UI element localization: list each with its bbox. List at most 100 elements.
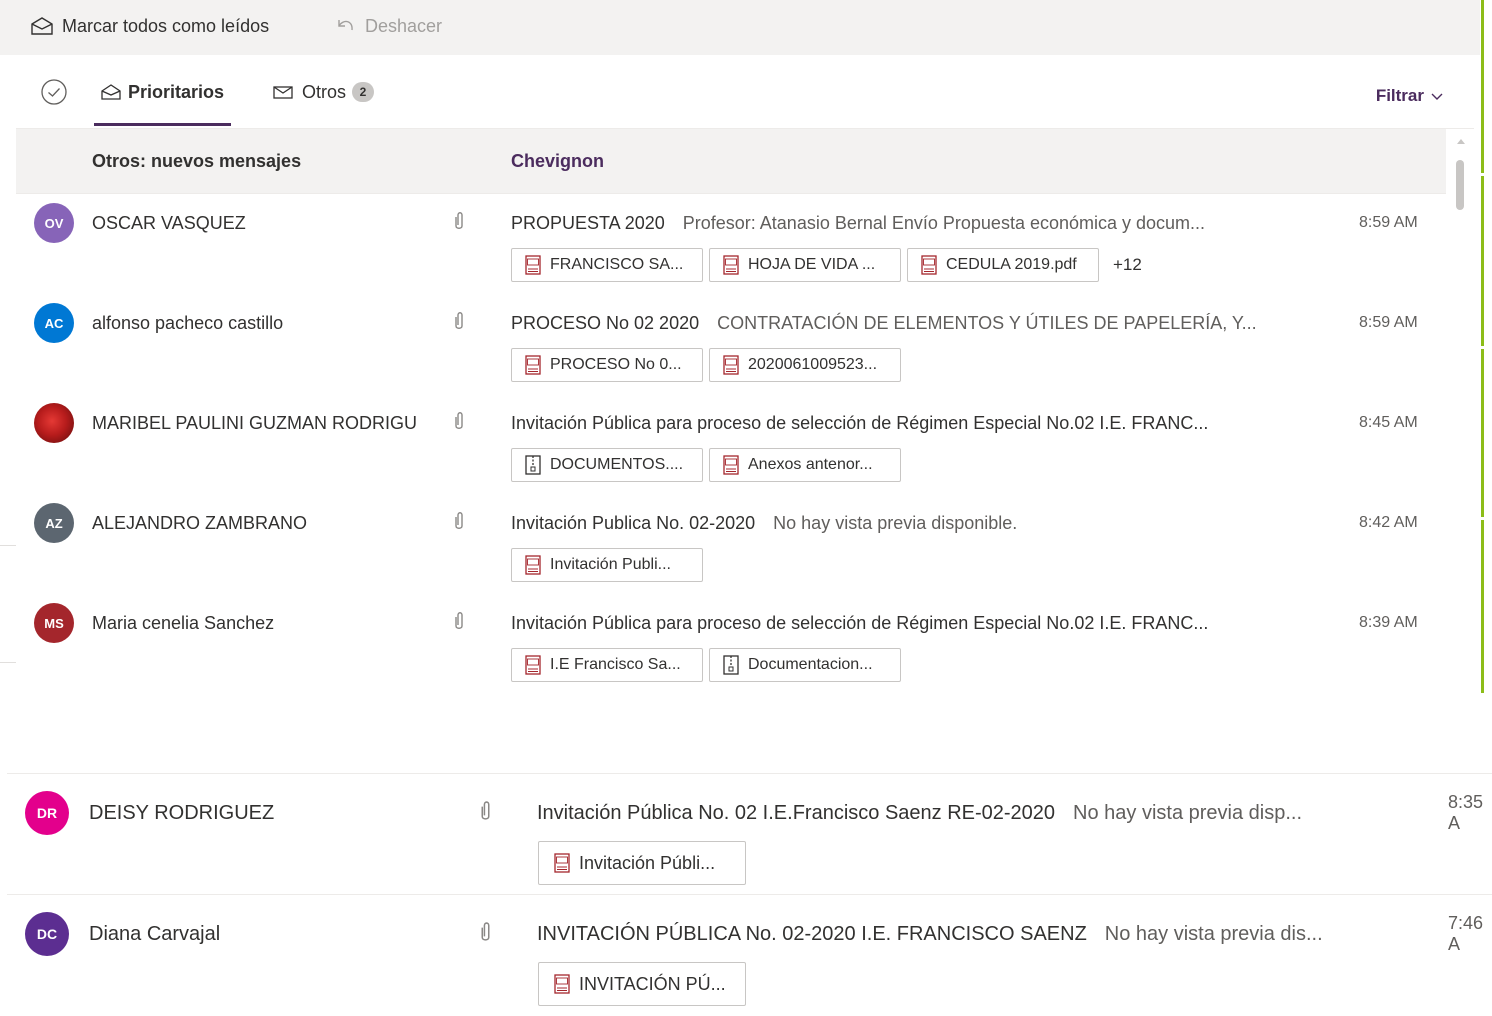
message-preview: CONTRATACIÓN DE ELEMENTOS Y ÚTILES DE PA… <box>717 312 1257 333</box>
mail-icon <box>273 86 293 99</box>
attachment-chip[interactable]: PROCESO No 0... <box>511 348 703 382</box>
message-row[interactable]: DR DEISY RODRIGUEZ Invitación Pública No. … <box>7 773 1492 895</box>
attachment-name: HOJA DE VIDA ... <box>748 256 876 273</box>
received-time: 8:39 AM <box>1359 614 1418 631</box>
attachment-indicator <box>479 799 501 827</box>
tab-focused-label: Prioritarios <box>128 81 225 102</box>
mark-all-read-button[interactable]: Marcar todos como leídos <box>30 0 269 52</box>
mark-all-read-label: Marcar todos como leídos <box>62 15 270 36</box>
check-circle-icon <box>41 79 67 105</box>
attachment-chip[interactable]: Anexos antenor... <box>709 448 901 482</box>
attachment-list: DOCUMENTOS.... Anexos antenor... <box>511 447 901 483</box>
attachment-chip[interactable]: Documentacion... <box>709 648 901 682</box>
message-row[interactable]: MARIBEL PAULINI GUZMAN RODRIGU Invitación… <box>16 394 1446 495</box>
subject-line: INVITACIÓN PÚBLICA No. 02-2020 I.E. FRAN… <box>537 912 1367 956</box>
zip-icon <box>525 455 541 475</box>
attachment-indicator <box>453 511 473 535</box>
received-time: 8:45 AM <box>1359 414 1418 431</box>
message-subject: Invitación Pública No. 02 I.E.Francisco … <box>537 801 1056 824</box>
attachment-name: PROCESO No 0... <box>550 356 682 373</box>
message-row[interactable]: MS Maria cenelia Sanchez Invitación Públic… <box>16 594 1446 695</box>
attachment-chip[interactable]: FRANCISCO SA... <box>511 248 703 282</box>
scrollbar-thumb[interactable] <box>1456 160 1464 210</box>
attachment-name: Anexos antenor... <box>748 456 873 473</box>
attachment-chip[interactable]: DOCUMENTOS.... <box>511 448 703 482</box>
message-row[interactable]: OV OSCAR VASQUEZ PROPUESTA 2020 Profesor: A… <box>16 194 1446 295</box>
attachment-indicator <box>453 611 473 635</box>
tab-other-label: Otros <box>302 81 347 102</box>
attachment-chip[interactable]: CEDULA 2019.pdf <box>907 248 1099 282</box>
attachment-name: Invitación Públi... <box>579 852 716 873</box>
pdf-icon <box>554 974 570 994</box>
received-time: 8:35 A <box>1448 792 1484 833</box>
avatar: AC <box>34 303 74 343</box>
filter-label: Filtrar <box>1375 86 1424 105</box>
attachment-name: CEDULA 2019.pdf <box>946 256 1077 273</box>
more-attachments-link[interactable]: +12 <box>1113 255 1142 275</box>
attachment-indicator <box>453 311 473 335</box>
tab-focused[interactable]: Prioritarios <box>100 56 224 128</box>
paperclip-icon <box>455 512 463 529</box>
tab-other[interactable]: Otros 2 <box>272 56 375 128</box>
message-row[interactable]: DC Diana Carvajal INVITACIÓN PÚBLICA No. 0… <box>7 894 1492 1016</box>
undo-icon <box>338 20 353 31</box>
attachment-name: Invitación Publi... <box>550 556 671 573</box>
pdf-icon <box>723 455 739 475</box>
message-preview: Profesor: Atanasio Bernal Envío Propuest… <box>682 212 1206 233</box>
side-accent-bar <box>1481 349 1484 517</box>
message-preview: No hay vista previa dis... <box>1104 922 1323 945</box>
subject-line: PROPUESTA 2020 Profesor: Atanasio Bernal … <box>511 203 1291 243</box>
other-inbox-label: Otros: nuevos mensajes <box>92 150 302 171</box>
attachment-chip[interactable]: HOJA DE VIDA ... <box>709 248 901 282</box>
attachment-chip[interactable]: Invitación Públi... <box>538 841 746 885</box>
attachment-chip[interactable]: INVITACIÓN PÚ... <box>538 962 746 1006</box>
avatar: AZ <box>34 503 74 543</box>
other-inbox-notice[interactable]: Otros: nuevos mensajes Chevignon <box>16 129 1446 194</box>
attachment-list: FRANCISCO SA... HOJA DE VIDA ... CEDULA 20… <box>511 247 1142 283</box>
filter-button[interactable]: Filtrar <box>1376 56 1444 136</box>
chevron-down-icon <box>1431 93 1443 100</box>
received-time: 8:59 AM <box>1359 314 1418 331</box>
message-subject: Invitación Pública para proceso de selec… <box>511 412 1209 433</box>
message-row[interactable]: AC alfonso pacheco castillo PROCESO No 02 … <box>16 294 1446 395</box>
pdf-icon <box>554 853 570 873</box>
avatar: MS <box>34 603 74 643</box>
attachment-name: Documentacion... <box>748 656 873 673</box>
message-subject: Invitación Pública para proceso de selec… <box>511 612 1209 633</box>
side-accent-bar <box>1481 520 1484 693</box>
attachment-list: INVITACIÓN PÚ... <box>538 961 746 1007</box>
divider <box>0 662 16 663</box>
attachment-name: FRANCISCO SA... <box>550 256 684 273</box>
attachment-name: 2020061009523... <box>748 356 878 373</box>
attachment-chip[interactable]: Invitación Publi... <box>511 548 703 582</box>
inbox-focused-icon <box>101 84 121 100</box>
sender-name: alfonso pacheco castillo <box>92 312 284 333</box>
unread-count-badge: 2 <box>352 82 375 102</box>
undo-button[interactable]: Deshacer <box>335 0 442 52</box>
select-all-checkbox[interactable] <box>40 56 68 128</box>
paperclip-icon <box>455 412 463 429</box>
blank-area <box>0 694 1492 774</box>
received-time: 8:59 AM <box>1359 214 1418 231</box>
other-inbox-sender[interactable]: Chevignon <box>511 129 604 193</box>
message-subject: PROCESO No 02 2020 <box>511 312 700 333</box>
undo-label: Deshacer <box>365 15 443 36</box>
avatar-photo <box>34 403 74 443</box>
pdf-icon <box>525 355 541 375</box>
attachment-chip[interactable]: I.E Francisco Sa... <box>511 648 703 682</box>
inbox-tabs: Prioritarios Otros 2 Filtrar <box>16 56 1474 129</box>
side-accent-bar <box>1481 176 1484 346</box>
sender-name: MARIBEL PAULINI GUZMAN RODRIGU <box>92 412 418 433</box>
attachment-list: Invitación Publi... <box>511 547 703 583</box>
scrollbar[interactable] <box>1452 129 1470 693</box>
attachment-list: PROCESO No 0... 2020061009523... <box>511 347 901 383</box>
pdf-icon <box>723 355 739 375</box>
sender-name: ALEJANDRO ZAMBRANO <box>92 512 308 533</box>
attachment-indicator <box>453 411 473 435</box>
attachment-chip[interactable]: 2020061009523... <box>709 348 901 382</box>
pdf-icon <box>921 255 937 275</box>
paperclip-icon <box>455 212 463 229</box>
message-row[interactable]: AZ ALEJANDRO ZAMBRANO Invitación Publica N… <box>16 494 1446 595</box>
attachment-name: I.E Francisco Sa... <box>550 656 681 673</box>
attachment-name: DOCUMENTOS.... <box>550 456 684 473</box>
